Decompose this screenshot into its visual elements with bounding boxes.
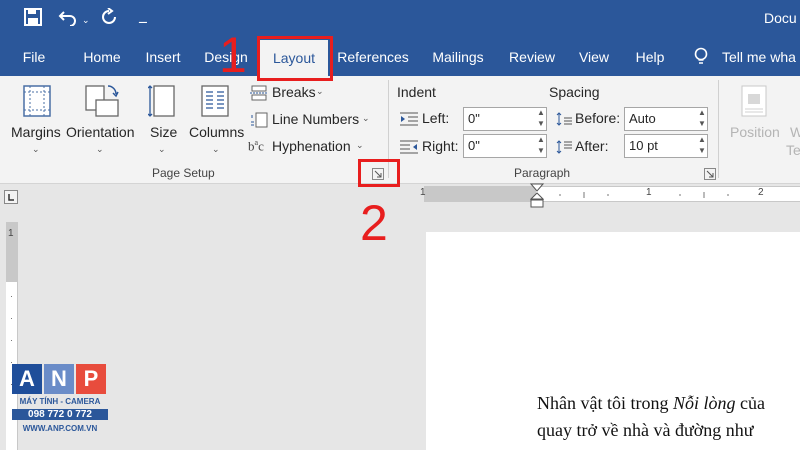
tab-home[interactable]: Home <box>76 38 128 76</box>
margins-icon <box>22 84 52 123</box>
indent-marker-icon[interactable] <box>529 183 545 214</box>
ruler-margin-shade <box>424 186 536 202</box>
document-title: Docu <box>764 10 797 26</box>
ruler-number: 1 <box>8 228 14 239</box>
line-numbers-icon <box>250 112 268 133</box>
title-bar: ⌄ ⚊ Docu <box>0 0 800 38</box>
hyphenation-button[interactable]: Hyphenation <box>272 138 351 154</box>
doc-text-italic: Nỗi lòng <box>672 393 736 413</box>
tab-view[interactable]: View <box>574 38 614 76</box>
annotation-box-launcher <box>358 159 400 187</box>
group-divider <box>718 80 719 178</box>
orientation-icon <box>84 82 120 123</box>
columns-chevron-icon[interactable]: ⌄ <box>212 144 220 155</box>
ribbon-tabs: File Home Insert Design Layout Reference… <box>0 38 800 76</box>
spacing-before-spinner[interactable]: ▲ ▼ <box>696 107 708 131</box>
indent-right-icon <box>400 140 418 159</box>
logo-phone: 098 772 0 772 <box>12 409 108 420</box>
indent-left-spinner[interactable]: ▲ ▼ <box>535 107 547 131</box>
ribbon: Margins ⌄ Orientation ⌄ Size ⌄ Columns ⌄… <box>0 76 800 184</box>
columns-icon <box>200 84 230 123</box>
tab-help[interactable]: Help <box>628 38 672 76</box>
hyphenation-icon: bac <box>248 138 264 154</box>
tab-insert[interactable]: Insert <box>140 38 186 76</box>
redo-icon[interactable] <box>100 7 118 32</box>
breaks-button[interactable]: Breaks <box>272 84 316 100</box>
undo-icon[interactable] <box>58 8 80 32</box>
doc-text-segment: của <box>735 393 765 413</box>
tell-me-box[interactable]: Tell me wha <box>722 38 800 76</box>
spacing-after-label: After: <box>575 138 609 154</box>
spacing-after-icon <box>556 140 572 159</box>
indent-right-label: Right: <box>422 138 459 154</box>
anp-logo: A N P MÁY TÍNH - CAMERA 098 772 0 772 WW… <box>12 364 108 442</box>
document-line-1[interactable]: Nhân vật tôi trong Nỗi lòng của <box>537 393 765 414</box>
doc-text-segment: Nhân vật tôi trong <box>537 393 673 413</box>
spacing-before-icon <box>556 112 572 131</box>
wrap-text-label-2: Te <box>786 142 800 158</box>
columns-button[interactable]: Columns <box>189 124 244 140</box>
breaks-icon <box>250 85 268 106</box>
document-line-2[interactable]: quay trở về nhà và đường như <box>537 420 754 441</box>
tab-selector[interactable] <box>4 190 18 204</box>
annotation-box-layout-tab <box>257 36 333 81</box>
tab-review[interactable]: Review <box>506 38 558 76</box>
size-button[interactable]: Size <box>150 124 177 140</box>
undo-dropdown-icon[interactable]: ⌄ <box>82 10 90 30</box>
indent-left-icon <box>400 112 418 131</box>
spacing-after-spinner[interactable]: ▲ ▼ <box>696 134 708 158</box>
lightbulb-icon <box>694 47 708 72</box>
paragraph-dialog-launcher[interactable] <box>704 168 716 180</box>
spacing-label: Spacing <box>549 84 600 100</box>
margins-button[interactable]: Margins <box>11 124 61 140</box>
tab-references[interactable]: References <box>334 38 412 76</box>
margins-chevron-icon[interactable]: ⌄ <box>32 144 40 155</box>
paragraph-group-label: Paragraph <box>514 166 571 180</box>
breaks-chevron-icon[interactable]: ⌄ <box>316 86 324 97</box>
annotation-step-2: 2 <box>360 195 388 251</box>
logo-url: WWW.ANP.COM.VN <box>22 424 98 433</box>
orientation-button[interactable]: Orientation <box>66 124 134 140</box>
indent-left-label: Left: <box>422 110 450 126</box>
save-icon[interactable] <box>24 8 42 32</box>
spacing-before-label: Before: <box>575 110 621 126</box>
ruler-number: 1 <box>646 187 652 198</box>
tab-file[interactable]: File <box>12 38 56 76</box>
customize-icon[interactable]: ⚊ <box>138 10 148 30</box>
document-page[interactable] <box>426 232 800 450</box>
size-chevron-icon[interactable]: ⌄ <box>158 144 166 155</box>
ruler-number: 2 <box>758 187 764 198</box>
logo-letter: P <box>76 364 106 394</box>
indent-label: Indent <box>397 84 436 100</box>
hyphenation-chevron-icon[interactable]: ⌄ <box>356 140 364 151</box>
position-icon <box>740 84 768 123</box>
logo-letter: N <box>44 364 74 394</box>
page-setup-group-label: Page Setup <box>152 166 215 180</box>
logo-tagline: MÁY TÍNH - CAMERA <box>19 397 101 406</box>
wrap-text-button[interactable]: W <box>790 124 800 140</box>
line-numbers-button[interactable]: Line Numbers <box>272 111 359 127</box>
size-icon <box>147 84 178 123</box>
ruler-number: 1 <box>420 187 426 198</box>
logo-letter: A <box>12 364 42 394</box>
line-numbers-chevron-icon[interactable]: ⌄ <box>362 113 370 124</box>
annotation-step-1: 1 <box>219 27 247 83</box>
indent-right-spinner[interactable]: ▲ ▼ <box>535 134 547 158</box>
orientation-chevron-icon[interactable]: ⌄ <box>96 144 104 155</box>
position-button[interactable]: Position <box>730 124 780 140</box>
word-window: ⌄ ⚊ Docu File Home Insert Design Layout … <box>0 0 800 450</box>
tab-mailings[interactable]: Mailings <box>426 38 490 76</box>
